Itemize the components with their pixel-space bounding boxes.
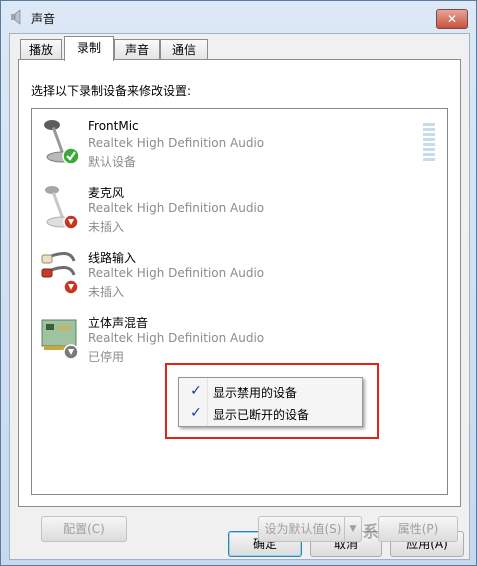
list-item[interactable]: 立体声混音 Realtek High Definition Audio 已停用	[32, 308, 422, 370]
rca-cable-icon	[41, 252, 79, 295]
recording-panel: 选择以下录制设备来修改设置: FrontMic Realtek High Def…	[18, 59, 461, 542]
sound-card-icon	[41, 319, 79, 360]
red-highlight-box	[165, 363, 379, 439]
tab-playback[interactable]: 播放	[20, 39, 62, 60]
sound-dialog: 声音 ✕ 播放 录制 声音 通信 选择以下录制设备来修改设置: FrontMic…	[0, 0, 477, 566]
close-button[interactable]: ✕	[436, 9, 468, 29]
device-driver: Realtek High Definition Audio	[88, 331, 265, 345]
device-name: 麦克风	[88, 186, 125, 200]
device-driver: Realtek High Definition Audio	[88, 201, 265, 215]
chevron-down-icon[interactable]: ▼	[344, 517, 361, 541]
microphone-icon	[44, 120, 80, 165]
tab-sounds[interactable]: 声音	[114, 39, 160, 60]
list-item[interactable]: 麦克风 Realtek High Definition Audio 未插入	[32, 178, 422, 240]
properties-button[interactable]: 属性(P)	[378, 516, 458, 542]
device-name: 立体声混音	[88, 316, 149, 330]
device-status: 未插入	[88, 220, 125, 234]
device-status: 已停用	[88, 350, 125, 364]
tab-recording[interactable]: 录制	[64, 36, 114, 61]
device-name: 线路输入	[88, 251, 137, 265]
device-status: 未插入	[88, 285, 125, 299]
list-item[interactable]: 线路输入 Realtek High Definition Audio 未插入	[32, 243, 422, 305]
close-icon: ✕	[446, 12, 458, 26]
set-default-button[interactable]: 设为默认值(S) ▼	[258, 516, 362, 542]
tab-communications[interactable]: 通信	[160, 39, 208, 60]
device-status: 默认设备	[88, 155, 137, 169]
list-item[interactable]: FrontMic Realtek High Definition Audio 默…	[32, 113, 435, 175]
configure-button[interactable]: 配置(C)	[41, 516, 127, 542]
window-title: 声音	[31, 12, 56, 26]
level-meter	[423, 123, 435, 163]
title-bar: 声音 ✕	[1, 1, 476, 33]
instruction-text: 选择以下录制设备来修改设置:	[31, 84, 192, 98]
microphone-icon	[45, 186, 79, 230]
dialog-client: 播放 录制 声音 通信 选择以下录制设备来修改设置: FrontMic Real…	[9, 33, 470, 560]
speaker-icon	[11, 9, 21, 25]
device-driver: Realtek High Definition Audio	[88, 136, 265, 150]
device-name: FrontMic	[88, 119, 139, 133]
device-driver: Realtek High Definition Audio	[88, 266, 265, 280]
